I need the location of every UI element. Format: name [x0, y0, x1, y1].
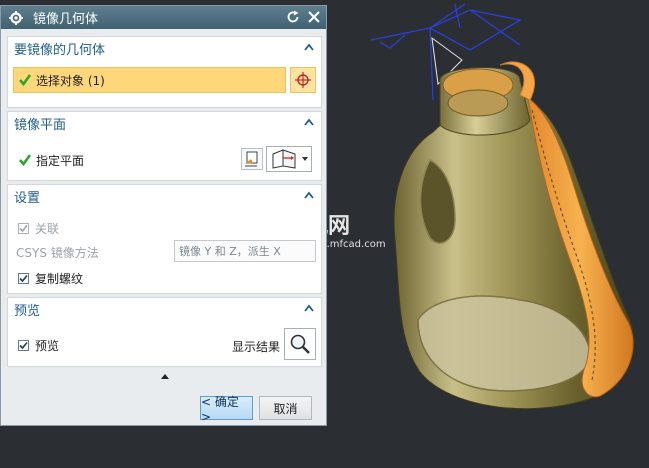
section-title: 镜像平面	[14, 117, 67, 133]
gear-icon[interactable]	[7, 9, 25, 27]
mirror-plane-section: 镜像平面 指定平面	[7, 111, 322, 181]
section-title: 预览	[14, 303, 41, 319]
preview-label: 预览	[35, 338, 60, 353]
mirror-plane-section-header[interactable]: 镜像平面	[8, 112, 321, 134]
associative-checkbox	[18, 222, 29, 234]
select-object-button[interactable]	[290, 67, 316, 93]
ok-button[interactable]: < 确定 >	[200, 395, 253, 424]
chevron-down-icon	[302, 157, 308, 161]
csys-method-select[interactable]: 镜像 Y 和 Z，派生 X	[174, 240, 316, 262]
more-options-toggle[interactable]	[7, 370, 322, 382]
copy-threads-row[interactable]: 复制螺纹	[8, 269, 321, 287]
select-object-row[interactable]: 选择对象 (1)	[13, 67, 286, 93]
section-title: 要镜像的几何体	[14, 42, 106, 58]
copy-threads-label: 复制螺纹	[35, 271, 84, 286]
geometry-section-header[interactable]: 要镜像的几何体	[8, 37, 321, 59]
close-icon[interactable]	[306, 9, 322, 25]
csys-label: CSYS 镜像方法	[16, 245, 99, 260]
triangle-up-icon	[160, 373, 169, 379]
select-object-label: 选择对象 (1)	[36, 73, 105, 88]
checkmark-icon	[19, 154, 32, 167]
checkmark-icon	[19, 74, 32, 87]
specify-plane-label: 指定平面	[36, 153, 85, 168]
plane-type-dropdown[interactable]	[266, 146, 312, 172]
magnifier-icon	[290, 334, 310, 354]
chevron-up-icon[interactable]	[303, 41, 315, 53]
preview-checkbox[interactable]	[18, 339, 29, 351]
viewport-bottom	[0, 426, 649, 468]
preview-section: 预览 预览 显示结果	[7, 297, 322, 367]
cancel-button[interactable]: 取消	[259, 396, 312, 420]
section-title: 设置	[14, 190, 41, 206]
crosshair-icon	[295, 72, 311, 88]
copy-threads-checkbox[interactable]	[18, 272, 29, 284]
mirror-geometry-dialog: 镜像几何体 要镜像的几何体 选择对象 (1) 镜像平面 指定平面 设置 关联 C…	[0, 5, 327, 426]
show-result-label: 显示结果	[232, 340, 281, 354]
chevron-up-icon[interactable]	[303, 189, 315, 201]
associative-row: 关联	[8, 219, 321, 237]
show-result-button[interactable]	[284, 328, 316, 360]
settings-section: 设置 关联 CSYS 镜像方法 镜像 Y 和 Z，派生 X 复制螺纹	[7, 184, 322, 294]
geometry-section: 要镜像的几何体 选择对象 (1)	[7, 36, 322, 108]
dialog-title: 镜像几何体	[33, 12, 99, 27]
preview-section-header[interactable]: 预览	[8, 298, 321, 320]
chevron-up-icon[interactable]	[303, 302, 315, 314]
associative-label: 关联	[35, 221, 60, 236]
dialog-titlebar[interactable]: 镜像几何体	[1, 6, 326, 29]
reset-icon[interactable]	[285, 9, 301, 25]
plane-select-button[interactable]	[241, 148, 263, 170]
plane-select-icon	[245, 151, 258, 167]
settings-section-header[interactable]: 设置	[8, 185, 321, 207]
chevron-up-icon[interactable]	[303, 116, 315, 128]
plane-dialog-icon	[272, 149, 296, 169]
